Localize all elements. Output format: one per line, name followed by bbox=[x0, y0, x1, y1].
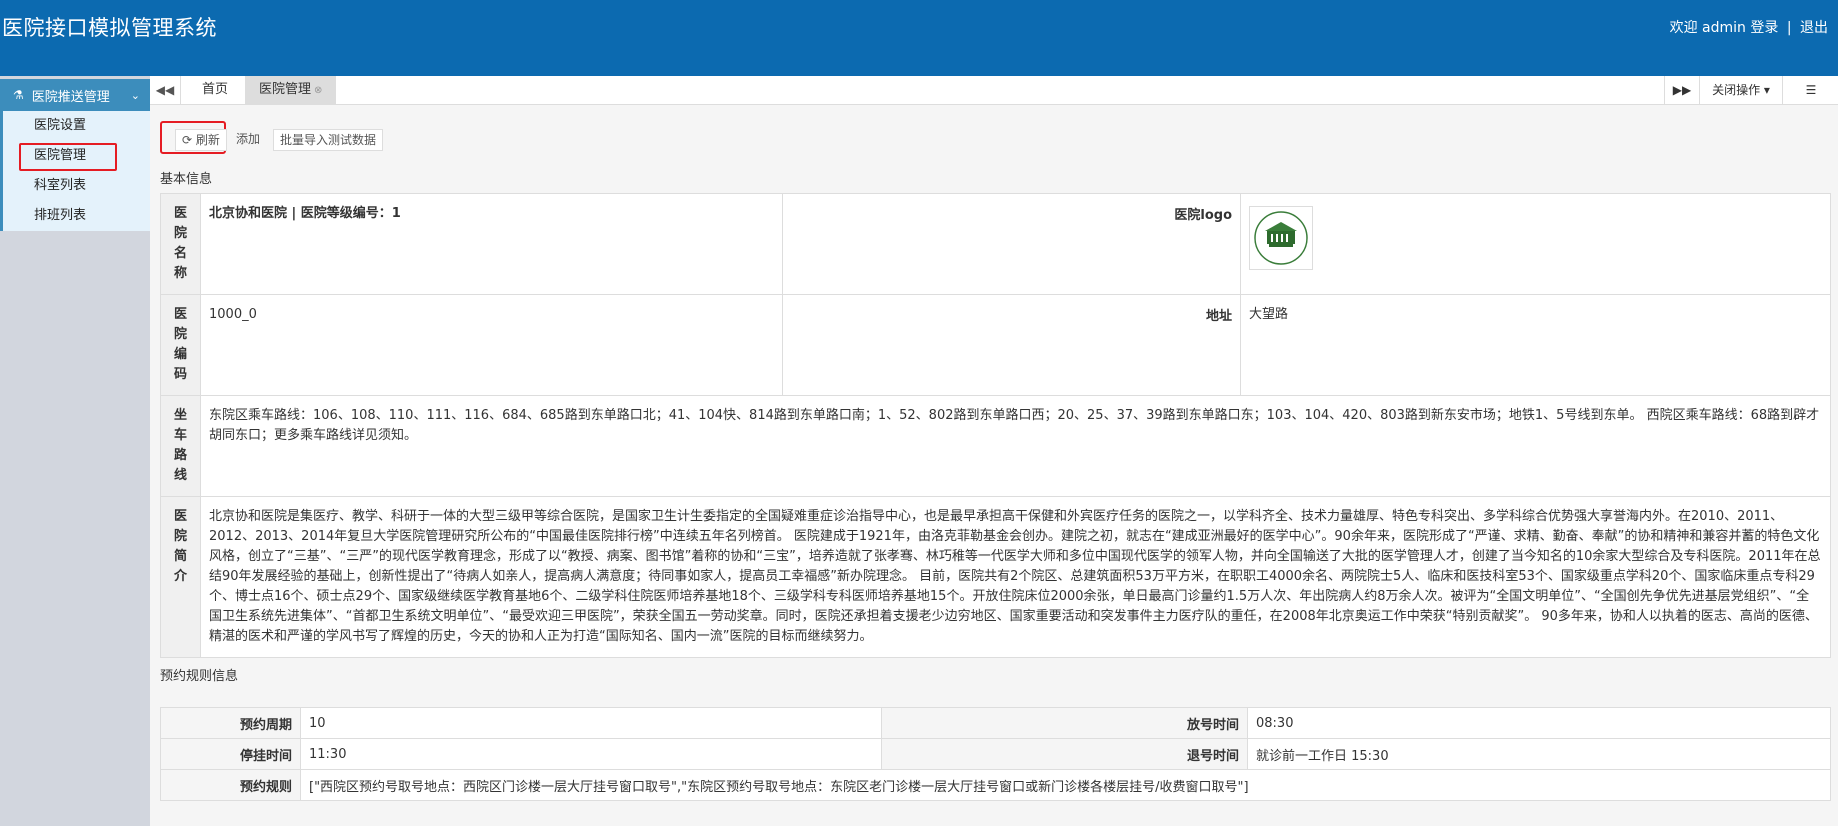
cycle-value: 10 bbox=[300, 707, 882, 739]
table-row: 医院编码 1000_0 地址 大望路 bbox=[160, 294, 1831, 396]
app-header: 医院接口模拟管理系统 欢迎 admin 登录 | 退出 bbox=[0, 0, 1838, 76]
tab-bar: ◀◀ 首页 医院管理 ⊗ ▶▶ 关闭操作 ▾ ☰ bbox=[150, 76, 1838, 105]
route-value: 东院区乘车路线：106、108、110、111、116、684、685路到东单路… bbox=[209, 408, 1820, 443]
hospital-code-label: 医院编码 bbox=[173, 307, 187, 382]
sidebar-item-schedule-list[interactable]: 排班列表 bbox=[3, 201, 150, 231]
separator: | bbox=[1786, 20, 1792, 36]
address-value: 大望路 bbox=[1249, 307, 1289, 322]
intro-label: 医院简介 bbox=[173, 509, 187, 584]
highlight-box bbox=[19, 143, 117, 171]
cycle-label: 预约周期 bbox=[160, 707, 301, 739]
user-area: 欢迎 admin 登录 | 退出 bbox=[1670, 17, 1828, 37]
rule-value: ["西院区预约号取号地点：西院区门诊楼一层大厅挂号窗口取号","东院区预约号取号… bbox=[300, 769, 1831, 801]
tab-home[interactable]: 首页 bbox=[188, 76, 242, 104]
sidebar-group-label: 医院推送管理 bbox=[31, 89, 110, 105]
sidebar-item-label: 医院设置 bbox=[34, 118, 87, 133]
table-row: 坐车路线 东院区乘车路线：106、108、110、111、116、684、685… bbox=[160, 395, 1831, 497]
app-title: 医院接口模拟管理系统 bbox=[2, 16, 217, 40]
hospital-code-value: 1000_0 bbox=[209, 307, 257, 322]
table-row: 预约规则 ["西院区预约号取号地点：西院区门诊楼一层大厅挂号窗口取号","东院区… bbox=[160, 769, 1831, 801]
tab-label: 医院管理 bbox=[259, 82, 312, 97]
quit-time-label: 退号时间 bbox=[881, 738, 1248, 770]
close-operations-dropdown[interactable]: 关闭操作 ▾ bbox=[1699, 76, 1782, 104]
hospital-logo-label: 医院logo bbox=[1174, 208, 1232, 223]
tab-scroll-right-icon[interactable]: ▶▶ bbox=[1664, 76, 1699, 104]
main-content: ⟳ 刷新 添加 批量导入测试数据 基本信息 医院名称 北京协和医院 | 医院等级… bbox=[150, 105, 1838, 826]
table-row: 预约周期 10 放号时间 08:30 bbox=[160, 707, 1831, 739]
rule-label: 预约规则 bbox=[160, 769, 301, 801]
booking-rules-table: 预约周期 10 放号时间 08:30 停挂时间 11:30 退号时间 就诊前一工… bbox=[160, 707, 1831, 801]
menu-icon[interactable]: ☰ bbox=[1782, 76, 1838, 104]
tab-scroll-left-icon[interactable]: ◀◀ bbox=[150, 76, 181, 104]
refresh-button[interactable]: ⟳ 刷新 bbox=[175, 129, 227, 151]
chevron-down-icon: ⌄ bbox=[130, 88, 140, 102]
release-time-value: 08:30 bbox=[1247, 707, 1831, 739]
logout-link[interactable]: 退出 bbox=[1800, 20, 1828, 36]
address-label: 地址 bbox=[1205, 309, 1232, 324]
sidebar-item-label: 科室列表 bbox=[34, 178, 87, 193]
table-row: 医院名称 北京协和医院 | 医院等级编号：1 医院logo bbox=[160, 193, 1831, 295]
intro-value: 北京协和医院是集医疗、教学、科研于一体的大型三级甲等综合医院，是国家卫生计生委指… bbox=[209, 509, 1821, 644]
hospital-logo-image bbox=[1249, 206, 1313, 270]
sidebar: ⚗ 医院推送管理 ⌄ 医院设置 医院管理 科室列表 排班列表 bbox=[0, 76, 150, 826]
refresh-label: 刷新 bbox=[195, 133, 220, 147]
batch-import-button[interactable]: 批量导入测试数据 bbox=[273, 129, 384, 151]
close-ops-label: 关闭操作 bbox=[1712, 83, 1761, 97]
hospital-name-value: 北京协和医院 | 医院等级编号：1 bbox=[209, 206, 401, 221]
table-row: 停挂时间 11:30 退号时间 就诊前一工作日 15:30 bbox=[160, 738, 1831, 770]
booking-rules-title: 预约规则信息 bbox=[160, 669, 239, 684]
sidebar-group-hospital-push[interactable]: ⚗ 医院推送管理 ⌄ bbox=[0, 79, 150, 111]
basic-info-title: 基本信息 bbox=[160, 172, 213, 187]
stop-time-label: 停挂时间 bbox=[160, 738, 301, 770]
add-button[interactable]: 添加 bbox=[230, 129, 266, 149]
tab-hospital-management[interactable]: 医院管理 ⊗ bbox=[245, 76, 337, 104]
quit-time-value: 就诊前一工作日 15:30 bbox=[1247, 738, 1831, 770]
sidebar-item-department-list[interactable]: 科室列表 bbox=[3, 171, 150, 201]
table-row: 医院简介 北京协和医院是集医疗、教学、科研于一体的大型三级甲等综合医院，是国家卫… bbox=[160, 496, 1831, 658]
refresh-icon: ⟳ bbox=[182, 133, 193, 147]
flask-icon: ⚗ bbox=[13, 88, 24, 102]
welcome-text: 欢迎 admin 登录 bbox=[1669, 20, 1779, 36]
release-time-label: 放号时间 bbox=[881, 707, 1248, 739]
stop-time-value: 11:30 bbox=[300, 738, 882, 770]
basic-info-table: 医院名称 北京协和医院 | 医院等级编号：1 医院logo 医院编码 1000_… bbox=[160, 193, 1831, 658]
sidebar-item-hospital-settings[interactable]: 医院设置 bbox=[3, 111, 150, 141]
hospital-name-label: 医院名称 bbox=[173, 206, 187, 281]
sidebar-list: 医院设置 医院管理 科室列表 排班列表 bbox=[0, 111, 150, 231]
route-label: 坐车路线 bbox=[173, 408, 187, 483]
sidebar-item-label: 排班列表 bbox=[34, 208, 87, 223]
sidebar-item-hospital-management[interactable]: 医院管理 bbox=[3, 141, 150, 171]
close-icon[interactable]: ⊗ bbox=[314, 85, 322, 96]
